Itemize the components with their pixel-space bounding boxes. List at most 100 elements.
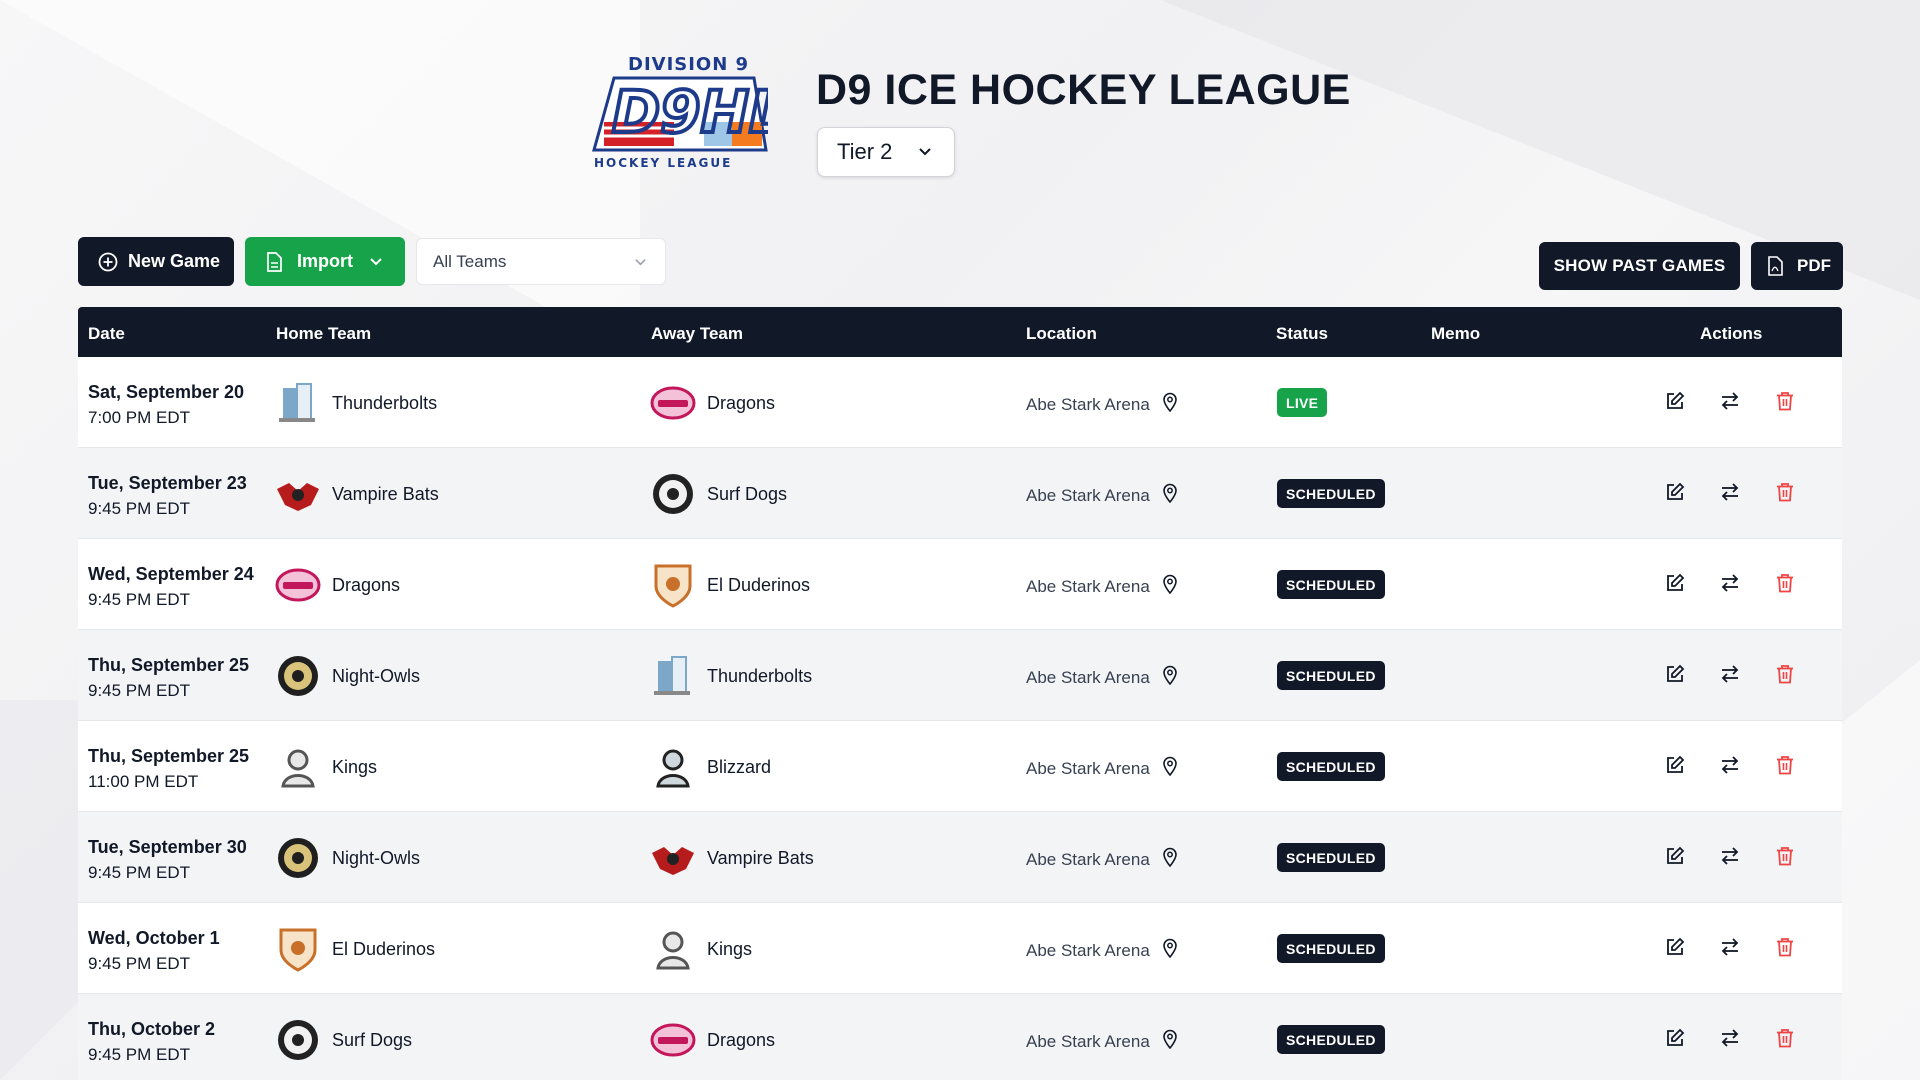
table-row: Thu, September 25 11:00 PM EDT Kings Bli… bbox=[78, 721, 1842, 812]
new-game-button[interactable]: New Game bbox=[78, 237, 234, 286]
logo-mark-icon: D9HL bbox=[592, 76, 768, 152]
header-location[interactable]: Location bbox=[1026, 324, 1097, 344]
chevron-down-icon bbox=[635, 259, 646, 266]
trash-icon[interactable] bbox=[1774, 936, 1796, 958]
home-team-cell: Night-Owls bbox=[275, 653, 420, 699]
table-row: Tue, September 30 9:45 PM EDT Night-Owls… bbox=[78, 812, 1842, 903]
location-cell: Abe Stark Arena bbox=[1026, 1029, 1178, 1052]
trash-icon[interactable] bbox=[1774, 572, 1796, 594]
import-button[interactable]: Import bbox=[245, 237, 405, 286]
away-team-logo-icon bbox=[656, 931, 690, 970]
away-team-name: El Duderinos bbox=[707, 574, 811, 595]
trash-icon[interactable] bbox=[1774, 481, 1796, 503]
game-time: 9:45 PM EDT bbox=[88, 590, 191, 609]
pdf-button[interactable]: PDF bbox=[1751, 242, 1843, 290]
away-team-logo-icon bbox=[654, 656, 690, 695]
away-team-cell: Surf Dogs bbox=[650, 471, 787, 517]
game-date: Wed, September 24 bbox=[88, 564, 254, 584]
trash-icon[interactable] bbox=[1774, 845, 1796, 867]
map-pin-icon bbox=[1163, 665, 1177, 685]
table-row: Thu, September 25 9:45 PM EDT Night-Owls… bbox=[78, 630, 1842, 721]
game-time: 9:45 PM EDT bbox=[88, 1045, 191, 1064]
location-name: Abe Stark Arena bbox=[1026, 577, 1150, 596]
table-body: Sat, September 20 7:00 PM EDT Thunderbol… bbox=[78, 357, 1842, 1080]
header-memo: Memo bbox=[1431, 324, 1481, 343]
edit-icon[interactable] bbox=[1664, 845, 1686, 867]
edit-icon[interactable] bbox=[1664, 390, 1686, 412]
table-row: Tue, September 23 9:45 PM EDT Vampire Ba… bbox=[78, 448, 1842, 539]
trash-icon[interactable] bbox=[1774, 1027, 1796, 1049]
status-badge: SCHEDULED bbox=[1277, 661, 1385, 690]
new-game-label: New Game bbox=[128, 251, 221, 271]
edit-icon[interactable] bbox=[1664, 1027, 1686, 1049]
home-team-name: Surf Dogs bbox=[332, 1029, 413, 1050]
table-header: Date Home Team Away Team Location Status… bbox=[78, 307, 1842, 357]
home-team-cell: Kings bbox=[275, 744, 377, 790]
trash-icon[interactable] bbox=[1774, 390, 1796, 412]
home-team-logo-icon bbox=[275, 568, 321, 602]
away-team-name: Thunderbolts bbox=[707, 665, 813, 686]
header-away-team[interactable]: Away Team bbox=[651, 324, 743, 344]
away-team-logo-icon bbox=[650, 386, 696, 420]
map-pin-icon bbox=[1163, 1029, 1177, 1049]
home-team-logo-icon bbox=[278, 1020, 318, 1060]
trash-icon[interactable] bbox=[1774, 754, 1796, 776]
status-badge: SCHEDULED bbox=[1277, 570, 1385, 599]
swap-icon[interactable] bbox=[1719, 663, 1741, 685]
game-time: 9:45 PM EDT bbox=[88, 499, 191, 518]
edit-icon[interactable] bbox=[1664, 663, 1686, 685]
swap-icon[interactable] bbox=[1719, 572, 1741, 594]
edit-icon[interactable] bbox=[1664, 936, 1686, 958]
swap-icon[interactable] bbox=[1719, 936, 1741, 958]
game-time: 9:45 PM EDT bbox=[88, 681, 191, 700]
swap-icon[interactable] bbox=[1719, 390, 1741, 412]
home-team-logo-icon bbox=[277, 483, 319, 511]
swap-icon[interactable] bbox=[1719, 1027, 1741, 1049]
swap-icon[interactable] bbox=[1719, 845, 1741, 867]
away-team-logo-icon bbox=[652, 847, 694, 875]
logo-division-text: DIVISION 9 bbox=[628, 54, 750, 75]
edit-icon[interactable] bbox=[1664, 754, 1686, 776]
edit-icon[interactable] bbox=[1664, 572, 1686, 594]
file-icon bbox=[267, 251, 282, 272]
table-row: Thu, October 2 9:45 PM EDT Surf Dogs Dra… bbox=[78, 994, 1842, 1080]
status-badge: SCHEDULED bbox=[1277, 479, 1385, 508]
logo-mark-letters: D9HL bbox=[612, 78, 768, 146]
edit-icon[interactable] bbox=[1664, 481, 1686, 503]
swap-icon[interactable] bbox=[1719, 754, 1741, 776]
trash-icon[interactable] bbox=[1774, 663, 1796, 685]
league-logo[interactable]: DIVISION 9 D9HL HOCKEY LEAGUE bbox=[588, 52, 772, 174]
status-badge: SCHEDULED bbox=[1277, 752, 1385, 781]
status-badge: SCHEDULED bbox=[1277, 1025, 1385, 1054]
home-team-cell: Vampire Bats bbox=[275, 471, 439, 517]
game-time: 11:00 PM EDT bbox=[88, 772, 199, 791]
tier-select[interactable]: Tier 2 bbox=[817, 127, 955, 177]
map-pin-icon bbox=[1163, 483, 1177, 503]
location-cell: Abe Stark Arena bbox=[1026, 938, 1178, 961]
header-status[interactable]: Status bbox=[1276, 324, 1328, 344]
location-cell: Abe Stark Arena bbox=[1026, 665, 1178, 688]
show-past-games-button[interactable]: SHOW PAST GAMES bbox=[1539, 242, 1740, 290]
home-team-name: Night-Owls bbox=[332, 847, 421, 868]
away-team-logo-icon bbox=[650, 1023, 696, 1057]
table-row: Wed, October 1 9:45 PM EDT El Duderinos … bbox=[78, 903, 1842, 994]
pdf-label: PDF bbox=[1797, 256, 1831, 275]
away-team-logo-icon bbox=[656, 749, 690, 788]
map-pin-icon bbox=[1163, 574, 1177, 594]
import-label: Import bbox=[297, 251, 353, 271]
location-name: Abe Stark Arena bbox=[1026, 1032, 1150, 1051]
away-team-cell: Thunderbolts bbox=[650, 653, 812, 699]
swap-icon[interactable] bbox=[1719, 481, 1741, 503]
home-team-logo-icon bbox=[281, 749, 315, 788]
home-team-cell: Thunderbolts bbox=[275, 380, 437, 426]
location-cell: Abe Stark Arena bbox=[1026, 392, 1178, 415]
header-date[interactable]: Date bbox=[88, 324, 125, 344]
game-time: 9:45 PM EDT bbox=[88, 863, 191, 882]
game-date-cell: Thu, September 25 9:45 PM EDT bbox=[88, 655, 249, 701]
header-home-team[interactable]: Home Team bbox=[276, 324, 371, 344]
home-team-name: El Duderinos bbox=[332, 938, 436, 959]
game-date-cell: Tue, September 30 9:45 PM EDT bbox=[88, 837, 247, 883]
location-name: Abe Stark Arena bbox=[1026, 941, 1150, 960]
team-filter-select[interactable]: All Teams bbox=[416, 238, 666, 285]
game-time: 9:45 PM EDT bbox=[88, 954, 191, 973]
